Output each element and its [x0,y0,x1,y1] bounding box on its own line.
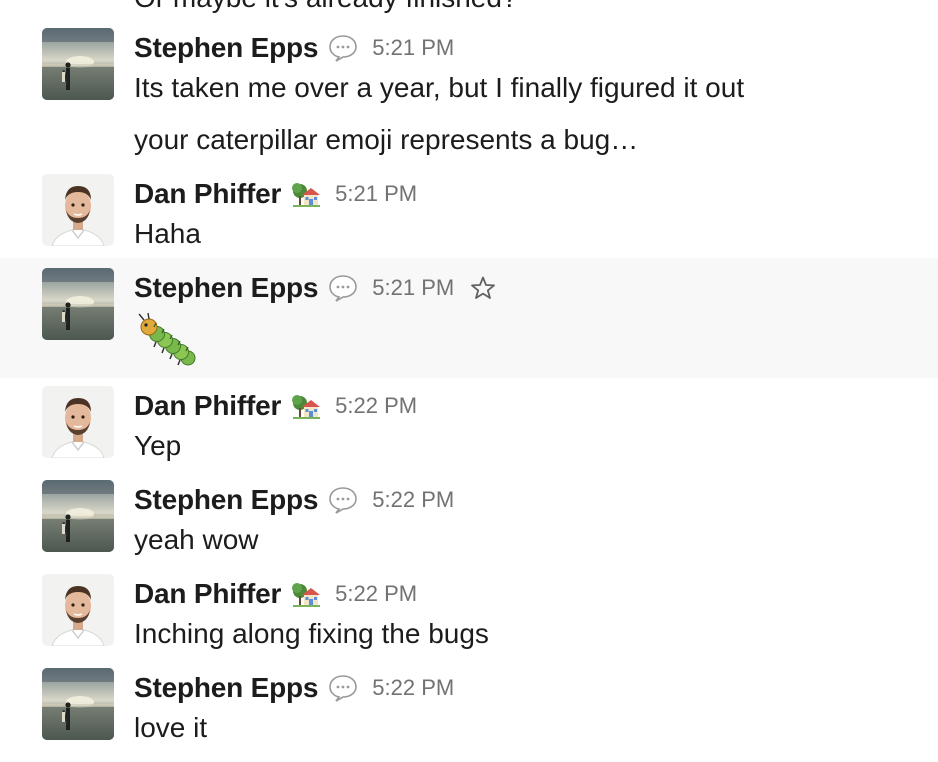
avatar[interactable] [42,28,114,100]
timestamp[interactable]: 5:21 PM [372,35,454,61]
bug-caterpillar-emoji [134,312,198,368]
message[interactable]: Dan Phiffer 5:22 PM Yep [0,378,938,472]
star-icon[interactable] [470,275,496,301]
author-name[interactable]: Dan Phiffer [134,578,281,610]
message[interactable]: Stephen Epps 5:22 PM love it [0,660,938,762]
timestamp[interactable]: 5:22 PM [372,487,454,513]
house-with-garden-icon [291,179,321,209]
avatar[interactable] [42,480,114,552]
avatar[interactable] [42,268,114,340]
author-name[interactable]: Stephen Epps [134,272,318,304]
author-name[interactable]: Stephen Epps [134,672,318,704]
message-text: love it [134,712,208,743]
message-text: Inching along fixing the bugs [134,618,489,649]
speech-balloon-icon [328,273,358,303]
house-with-garden-icon [291,579,321,609]
timestamp[interactable]: 5:22 PM [335,393,417,419]
speech-balloon-icon [328,33,358,63]
author-name[interactable]: Dan Phiffer [134,390,281,422]
avatar[interactable] [42,174,114,246]
timestamp[interactable]: 5:21 PM [335,181,417,207]
message-text: Haha [134,218,201,249]
author-name[interactable]: Stephen Epps [134,32,318,64]
speech-balloon-icon [328,673,358,703]
timestamp[interactable]: 5:22 PM [335,581,417,607]
author-name[interactable]: Dan Phiffer [134,178,281,210]
partial-message-text: Or maybe it's already finished? [134,0,518,16]
timestamp[interactable]: 5:21 PM [372,275,454,301]
house-with-garden-icon [291,391,321,421]
message[interactable]: Dan Phiffer 5:22 PM Inching along fixing… [0,566,938,660]
message-hovered[interactable]: Stephen Epps 5:21 PM [0,258,938,378]
message-text: yeah wow [134,524,259,555]
message-text: your caterpillar emoji represents a bug… [134,124,639,155]
timestamp[interactable]: 5:22 PM [372,675,454,701]
avatar[interactable] [42,574,114,646]
message[interactable]: Stephen Epps 5:21 PM Its taken me over a… [0,20,938,168]
message[interactable]: Dan Phiffer 5:21 PM Haha [0,168,938,258]
author-name[interactable]: Stephen Epps [134,484,318,516]
message-text: Its taken me over a year, but I finally … [134,72,745,103]
avatar[interactable] [42,386,114,458]
avatar[interactable] [42,668,114,740]
speech-balloon-icon [328,485,358,515]
message-text: Yep [134,430,182,461]
message[interactable]: Stephen Epps 5:22 PM yeah wow [0,472,938,566]
